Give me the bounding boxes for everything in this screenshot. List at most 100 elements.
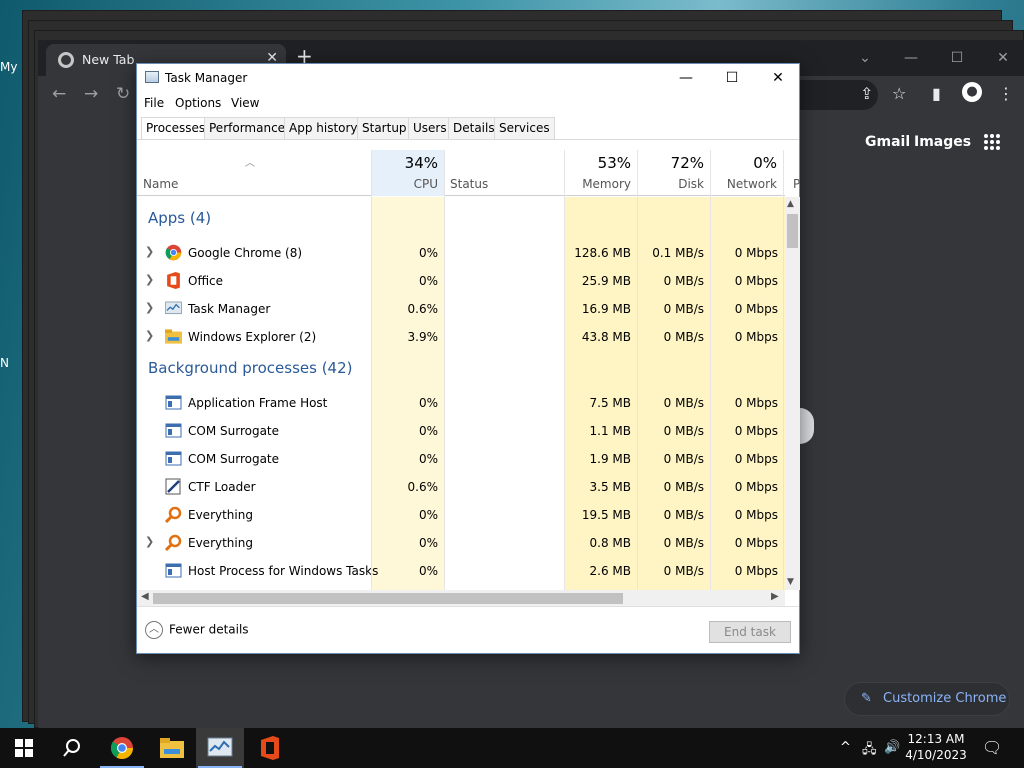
- taskbar-file-explorer[interactable]: [148, 728, 196, 768]
- gmail-link[interactable]: Gmail: [865, 134, 910, 150]
- tm-close-button[interactable]: ✕: [755, 64, 801, 92]
- power-label-partial: P: [793, 177, 801, 191]
- process-memory: 1.9 MB: [589, 452, 631, 466]
- taskbar-office[interactable]: [246, 728, 294, 768]
- scroll-right-icon[interactable]: ▶: [771, 591, 779, 602]
- column-header-network[interactable]: 0% Network: [710, 150, 783, 196]
- process-disk: 0 MB/s: [663, 564, 704, 578]
- taskbar-task-manager[interactable]: [196, 728, 244, 768]
- scroll-left-icon[interactable]: ◀: [141, 591, 149, 602]
- vertical-scroll-thumb[interactable]: [787, 214, 798, 248]
- expand-chevron-icon[interactable]: ❯: [145, 535, 154, 548]
- disk-label: Disk: [678, 177, 704, 191]
- group-header-apps[interactable]: Apps (4): [148, 209, 211, 227]
- expand-chevron-icon[interactable]: ❯: [145, 273, 154, 286]
- column-header-cpu[interactable]: 34% CPU: [371, 150, 444, 196]
- app-row[interactable]: ❯ Windows Explorer (2) 3.9% 43.8 MB 0 MB/s 0 …: [137, 323, 785, 351]
- taskbar-clock[interactable]: 12:13 AM 4/10/2023: [896, 731, 976, 763]
- profile-avatar-icon[interactable]: ●: [962, 82, 982, 102]
- expand-chevron-icon[interactable]: ❯: [145, 301, 154, 314]
- vertical-scrollbar[interactable]: ▲ ▼: [785, 197, 800, 590]
- app-row[interactable]: ❯ Office 0% 25.9 MB 0 MB/s 0 Mbps: [137, 267, 785, 295]
- share-icon[interactable]: ⇪: [860, 84, 873, 103]
- task-manager-window: Task Manager — ☐ ✕ File Options View Pro…: [136, 63, 800, 654]
- column-header-memory[interactable]: 53% Memory: [564, 150, 637, 196]
- tab-services[interactable]: Services: [494, 117, 555, 139]
- everything-icon: [164, 534, 182, 552]
- process-name: Host Process for Windows Tasks: [188, 564, 379, 578]
- process-name: Everything: [188, 508, 253, 522]
- desktop-icon-label-my[interactable]: My: [0, 60, 18, 74]
- process-disk: 0 MB/s: [663, 330, 704, 344]
- task-manager-titlebar[interactable]: Task Manager — ☐ ✕: [137, 64, 799, 92]
- tab-processes[interactable]: Processes: [141, 117, 211, 140]
- network-icon[interactable]: 🖧: [862, 740, 877, 762]
- process-cpu: 3.9%: [407, 330, 439, 344]
- forward-icon[interactable]: →: [84, 84, 98, 104]
- tab-performance[interactable]: Performance: [204, 117, 291, 139]
- process-cpu: 0%: [418, 452, 438, 466]
- menu-file[interactable]: File: [144, 96, 164, 110]
- process-cpu: 0%: [418, 536, 438, 550]
- menu-options[interactable]: Options: [175, 96, 221, 110]
- background-process-row[interactable]: Host Process for Windows Tasks 0% 2.6 MB 0 …: [137, 557, 785, 585]
- horizontal-scroll-thumb[interactable]: [153, 593, 623, 604]
- chrome-tab-search-icon[interactable]: ⌄: [842, 40, 888, 76]
- clock-time: 12:13 AM: [907, 732, 965, 746]
- tm-maximize-button[interactable]: ☐: [709, 64, 755, 92]
- customize-chrome-button[interactable]: ✎ Customize Chrome: [844, 682, 1010, 716]
- background-process-row[interactable]: Everything 0% 19.5 MB 0 MB/s 0 Mbps: [137, 501, 785, 529]
- column-header-status[interactable]: Status: [444, 150, 564, 196]
- horizontal-scrollbar[interactable]: ◀ ▶: [137, 590, 785, 606]
- scroll-up-icon[interactable]: ▲: [787, 199, 794, 209]
- group-header-background[interactable]: Background processes (42): [148, 359, 353, 377]
- menu-view[interactable]: View: [231, 96, 259, 110]
- search-button[interactable]: [48, 728, 96, 768]
- tray-overflow-chevron-icon[interactable]: ^: [840, 740, 851, 755]
- desktop-icon-label-n[interactable]: N: [0, 356, 18, 370]
- background-process-row[interactable]: Application Frame Host 0% 7.5 MB 0 MB/s 0 Mb…: [137, 389, 785, 417]
- bookmark-star-icon[interactable]: ☆: [892, 84, 906, 103]
- expand-chevron-icon[interactable]: ❯: [145, 245, 154, 258]
- col-sep: [637, 150, 638, 590]
- chevron-up-icon: ︿: [145, 621, 163, 639]
- scroll-down-icon[interactable]: ▼: [787, 577, 794, 587]
- start-button[interactable]: [0, 728, 48, 768]
- column-header-power[interactable]: P: [783, 150, 800, 196]
- chrome-minimize-button[interactable]: —: [888, 40, 934, 76]
- column-header-disk[interactable]: 72% Disk: [637, 150, 710, 196]
- google-apps-icon[interactable]: [984, 134, 1000, 150]
- process-network: 0 Mbps: [734, 480, 778, 494]
- back-icon[interactable]: ←: [52, 84, 66, 104]
- process-network: 0 Mbps: [734, 536, 778, 550]
- process-name: COM Surrogate: [188, 452, 280, 466]
- images-link[interactable]: Images: [914, 134, 971, 150]
- app-row[interactable]: ❯ Task Manager 0.6% 16.9 MB 0 MB/s 0 Mbps: [137, 295, 785, 323]
- column-header-name[interactable]: Name: [137, 150, 371, 196]
- process-disk: 0 MB/s: [663, 302, 704, 316]
- tab-users[interactable]: Users: [408, 117, 452, 139]
- background-process-row[interactable]: ❯ Everything 0% 0.8 MB 0 MB/s 0 Mbps: [137, 529, 785, 557]
- expand-chevron-icon[interactable]: ❯: [145, 329, 154, 342]
- reload-icon[interactable]: ↻: [116, 84, 130, 104]
- tab-details[interactable]: Details: [448, 117, 500, 139]
- process-network: 0 Mbps: [734, 396, 778, 410]
- chrome-restore-button[interactable]: ☐: [934, 40, 980, 76]
- background-process-row[interactable]: COM Surrogate 0% 1.1 MB 0 MB/s 0 Mbps: [137, 417, 785, 445]
- cpu-total-pct: 34%: [404, 154, 438, 172]
- tm-minimize-button[interactable]: —: [663, 64, 709, 92]
- background-process-row[interactable]: COM Surrogate 0% 1.9 MB 0 MB/s 0 Mbps: [137, 445, 785, 473]
- app-row[interactable]: ❯ Google Chrome (8) 0% 128.6 MB 0.1 MB/s 0 Mb…: [137, 239, 785, 267]
- taskbar-chrome[interactable]: [98, 728, 146, 768]
- fewer-details-button[interactable]: ︿ Fewer details: [145, 621, 249, 639]
- chrome-close-button[interactable]: ✕: [980, 40, 1024, 76]
- end-task-button[interactable]: End task: [709, 621, 791, 643]
- side-panel-icon[interactable]: ▮: [932, 84, 941, 103]
- tab-startup[interactable]: Startup: [357, 117, 412, 139]
- tab-app-history[interactable]: App history: [284, 117, 363, 139]
- chrome-menu-icon[interactable]: ⋮: [998, 84, 1014, 103]
- notification-icon[interactable]: 🗨: [982, 738, 1002, 757]
- network-total-pct: 0%: [753, 154, 777, 172]
- background-process-row[interactable]: CTF Loader 0.6% 3.5 MB 0 MB/s 0 Mbps: [137, 473, 785, 501]
- process-cpu: 0%: [418, 246, 438, 260]
